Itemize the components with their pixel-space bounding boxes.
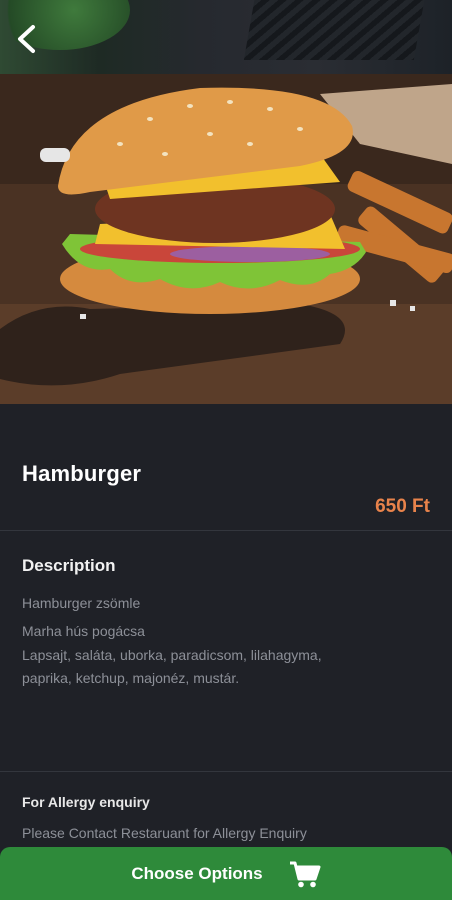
description-line: paprika, ketchup, majonéz, mustár. — [22, 670, 240, 686]
back-button[interactable] — [10, 22, 44, 56]
product-price: 650 Ft — [375, 496, 430, 517]
choose-options-button[interactable]: Choose Options — [0, 847, 452, 900]
allergy-heading: For Allergy enquiry — [22, 794, 150, 810]
divider — [0, 530, 452, 531]
top-banner-image — [0, 0, 452, 74]
divider — [0, 771, 452, 772]
description-line: Hamburger zsömle — [22, 595, 141, 611]
board-decoration — [243, 0, 427, 60]
chevron-left-icon — [18, 25, 35, 53]
cart-icon — [289, 861, 321, 887]
product-title: Hamburger — [22, 461, 142, 486]
hamburger-photo — [0, 74, 452, 404]
description-line: Lapsajt, saláta, uborka, paradicsom, lil… — [22, 647, 322, 663]
allergy-text: Please Contact Restaruant for Allergy En… — [22, 825, 307, 841]
description-line: Marha hús pogácsa — [22, 623, 145, 639]
choose-options-label: Choose Options — [131, 863, 263, 883]
description-heading: Description — [22, 556, 116, 575]
